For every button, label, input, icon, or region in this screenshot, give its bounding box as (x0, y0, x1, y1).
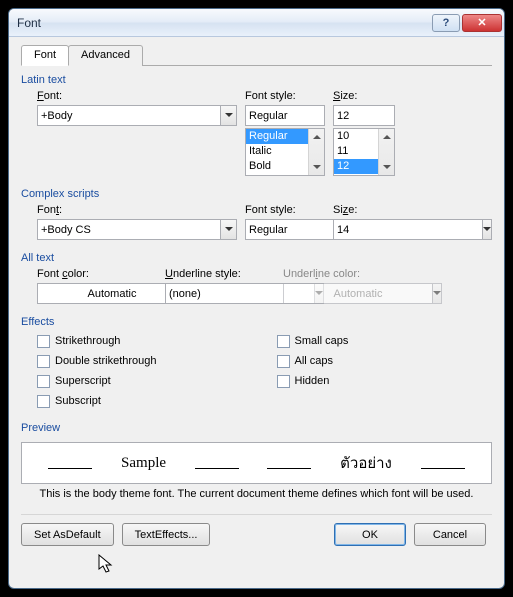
preview-sample-complex: ตัวอย่าง (340, 451, 392, 475)
scroll-down-icon[interactable] (379, 160, 394, 175)
help-button[interactable]: ? (432, 14, 460, 32)
underline-color-combo (283, 283, 403, 304)
latin-size-listbox[interactable]: 10 11 12 (333, 128, 395, 176)
preview-box: Sample ตัวอย่าง (21, 442, 492, 484)
latin-font-input[interactable] (37, 105, 220, 126)
superscript-checkbox[interactable]: Superscript (37, 372, 157, 390)
complex-style-combo[interactable] (245, 219, 325, 240)
tab-advanced[interactable]: Advanced (68, 45, 143, 66)
double-strikethrough-checkbox[interactable]: Double strikethrough (37, 352, 157, 370)
complex-style-label: Font style: (245, 204, 325, 216)
preview-description: This is the body theme font. The current… (21, 488, 492, 500)
complex-font-label: Font: (37, 204, 237, 216)
underline-style-label: Underline style: (165, 268, 275, 280)
latin-style-input[interactable] (245, 105, 325, 126)
complex-size-label: Size: (333, 204, 395, 216)
complex-font-input[interactable] (37, 219, 220, 240)
hidden-checkbox[interactable]: Hidden (277, 372, 349, 390)
ok-button[interactable]: OK (334, 523, 406, 546)
all-caps-checkbox[interactable]: All caps (277, 352, 349, 370)
complex-font-combo[interactable] (37, 219, 237, 240)
scrollbar[interactable] (378, 129, 394, 175)
latin-size-input[interactable] (333, 105, 395, 126)
latin-style-listbox[interactable]: Regular Italic Bold (245, 128, 325, 176)
chevron-down-icon[interactable] (482, 219, 492, 240)
latin-size-label: Size: (333, 90, 395, 102)
latin-style-label: Font style: (245, 90, 325, 102)
font-color-label: Font color: (37, 268, 157, 280)
titlebar[interactable]: Font ? ✕ (9, 9, 504, 37)
tabstrip: Font Advanced (21, 45, 492, 66)
chevron-down-icon[interactable] (220, 219, 237, 240)
chevron-down-icon (432, 283, 442, 304)
underline-color-label: Underline color: (283, 268, 403, 280)
scroll-up-icon[interactable] (379, 129, 394, 144)
strikethrough-checkbox[interactable]: Strikethrough (37, 332, 157, 350)
latin-font-label: Font: (37, 90, 237, 102)
group-effects-label: Effects (21, 316, 492, 328)
scroll-up-icon[interactable] (309, 129, 324, 144)
close-button[interactable]: ✕ (462, 14, 502, 32)
font-color-combo[interactable] (37, 283, 157, 304)
window-title: Font (17, 16, 432, 30)
subscript-checkbox[interactable]: Subscript (37, 392, 157, 410)
group-complex-label: Complex scripts (21, 188, 492, 200)
group-preview-label: Preview (21, 422, 492, 434)
set-as-default-button[interactable]: Set As Default (21, 523, 114, 546)
scrollbar[interactable] (308, 129, 324, 175)
cancel-button[interactable]: Cancel (414, 523, 486, 546)
font-color-input[interactable] (37, 283, 186, 304)
text-effects-button[interactable]: Text Effects... (122, 523, 211, 546)
tab-font[interactable]: Font (21, 45, 69, 66)
chevron-down-icon[interactable] (220, 105, 237, 126)
latin-font-combo[interactable] (37, 105, 237, 126)
complex-size-combo[interactable] (333, 219, 395, 240)
group-alltext-label: All text (21, 252, 492, 264)
underline-color-input (283, 283, 432, 304)
small-caps-checkbox[interactable]: Small caps (277, 332, 349, 350)
underline-style-combo[interactable] (165, 283, 275, 304)
complex-size-input[interactable] (333, 219, 482, 240)
group-latin-label: Latin text (21, 74, 492, 86)
scroll-down-icon[interactable] (309, 160, 324, 175)
preview-sample-latin: Sample (121, 455, 166, 472)
font-dialog: Font ? ✕ Font Advanced Latin text Font: (8, 8, 505, 589)
